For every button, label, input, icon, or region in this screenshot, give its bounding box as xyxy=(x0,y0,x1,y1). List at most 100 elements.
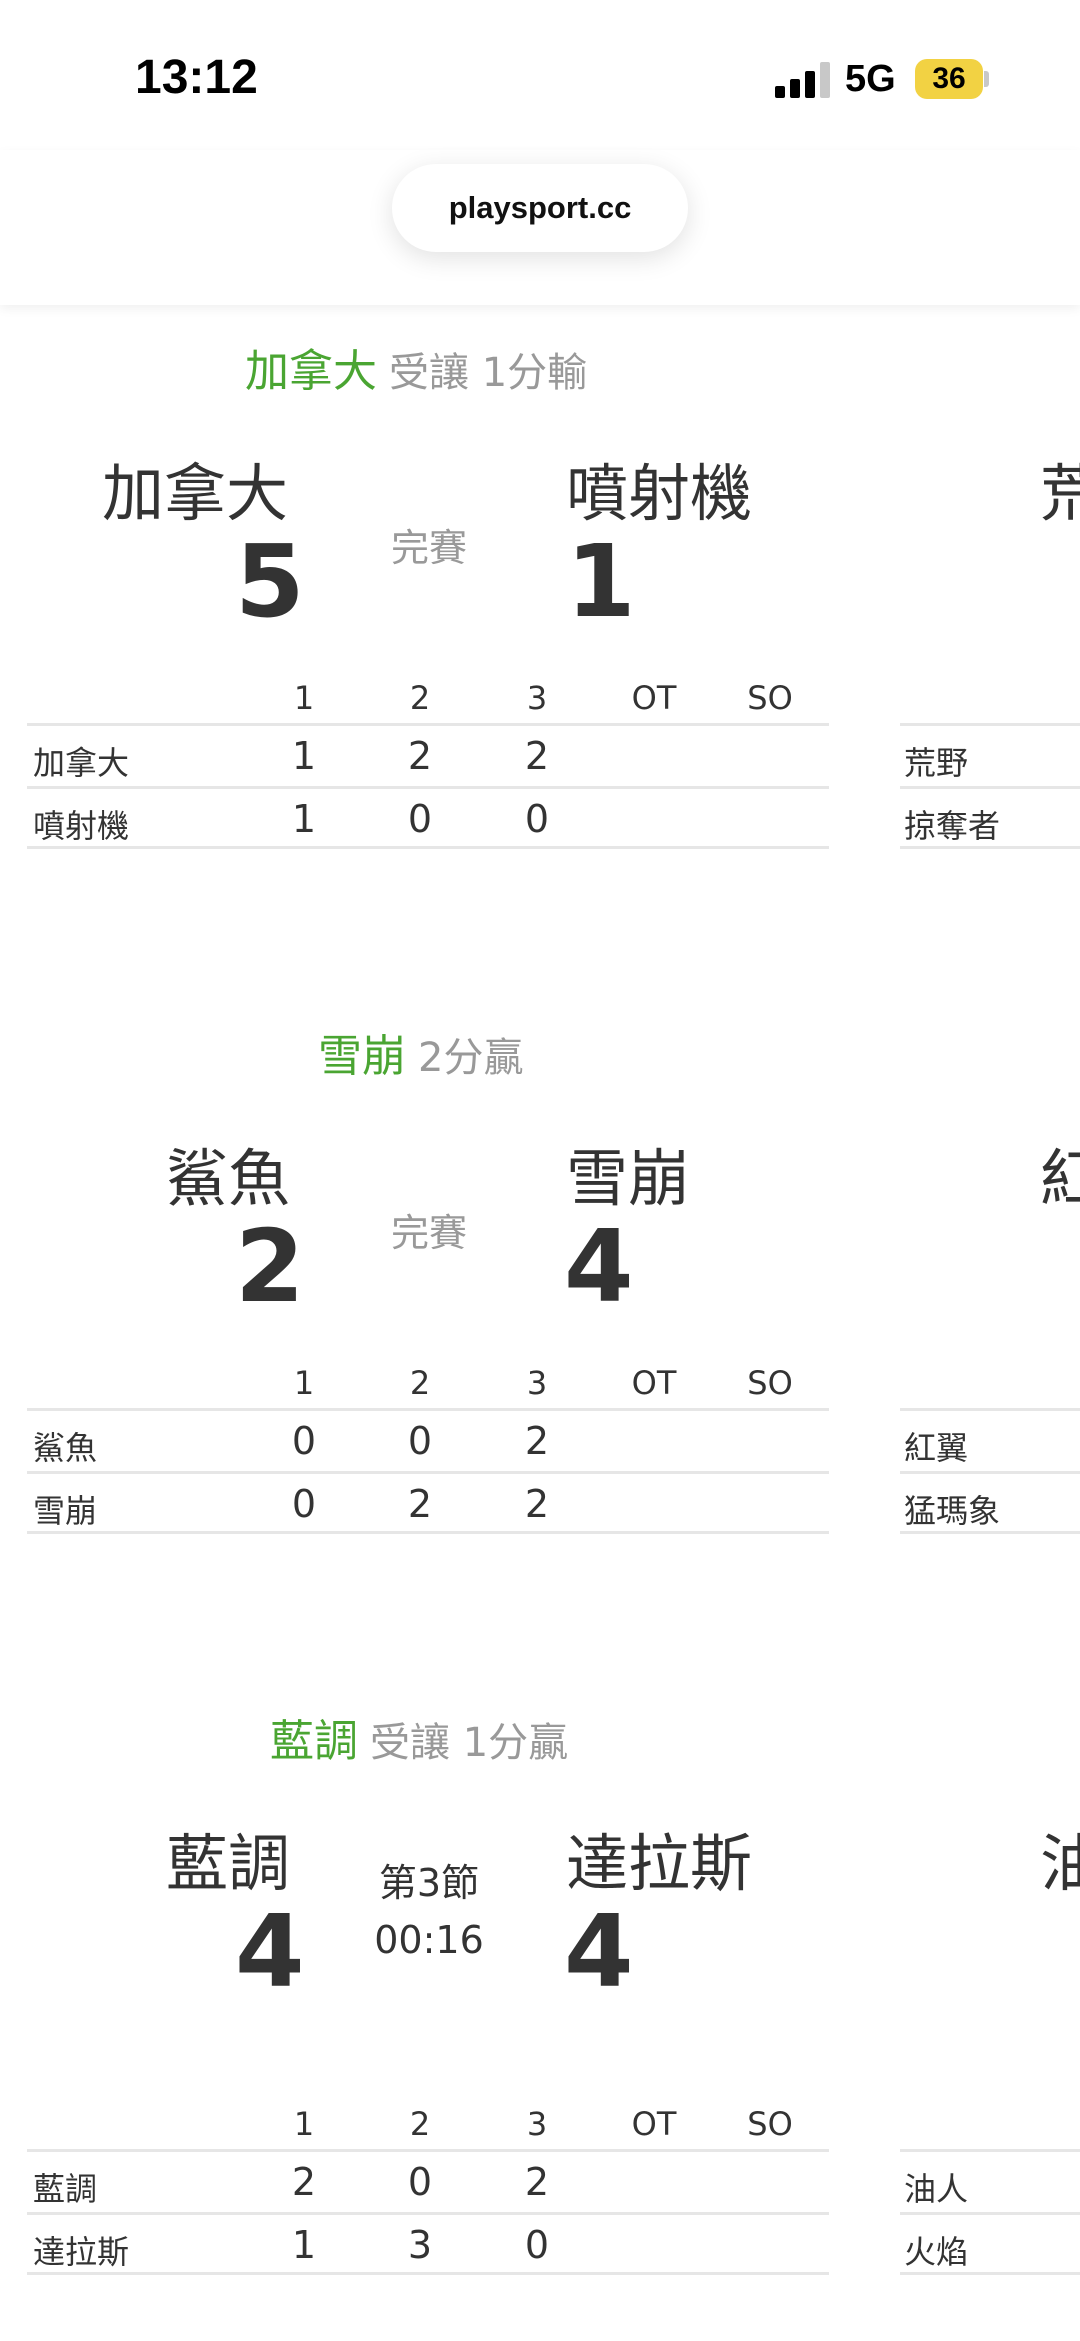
period-header-row: 1 2 3 OT SO xyxy=(27,679,829,723)
away-score: 4 xyxy=(564,1893,634,2010)
home-score: 2 xyxy=(235,1208,305,1325)
period-header: 1 xyxy=(293,1364,315,1402)
battery-icon: 36 xyxy=(915,59,983,99)
period-score: 3 xyxy=(407,2223,433,2267)
table-row: 猛瑪象 xyxy=(900,1471,1080,1534)
pick-result: 雪崩 2分贏 xyxy=(318,1020,524,1082)
row-team-name: 雪崩 xyxy=(33,1492,98,1530)
table-row: 紅翼 xyxy=(900,1408,1080,1471)
signal-strength-icon xyxy=(775,62,831,98)
period-header: OT xyxy=(631,679,677,717)
next-card-team-name: 荒 xyxy=(1040,457,1080,530)
table-row: 油人 xyxy=(900,2149,1080,2212)
period-score: 2 xyxy=(407,1482,433,1526)
period-header: OT xyxy=(631,1364,677,1402)
table-row: 噴射機 1 0 0 xyxy=(27,786,829,849)
table-row: 藍調 2 0 2 xyxy=(27,2149,829,2212)
period-score: 2 xyxy=(407,734,433,778)
home-team-name: 藍調 xyxy=(166,1827,291,1900)
row-team-name: 加拿大 xyxy=(33,744,130,782)
period-header: OT xyxy=(631,2105,677,2143)
next-card-table: 油人 火焰 xyxy=(900,2149,1080,2275)
period-score: 0 xyxy=(407,2160,433,2204)
period-table: 1 2 3 OT SO 鯊魚 0 0 2 雪崩 0 2 2 xyxy=(27,1364,829,1534)
table-row: 掠奪者 xyxy=(900,786,1080,849)
game-period: 第3節 xyxy=(378,1861,480,1905)
home-score: 5 xyxy=(235,523,305,640)
period-score: 0 xyxy=(407,1419,433,1463)
period-score: 2 xyxy=(524,1419,550,1463)
period-header-row: 1 2 3 OT SO xyxy=(27,1364,829,1408)
row-team-name: 火焰 xyxy=(904,2233,969,2271)
row-team-name: 掠奪者 xyxy=(904,807,1001,845)
period-score: 2 xyxy=(524,734,550,778)
home-score: 4 xyxy=(235,1893,305,2010)
table-row: 雪崩 0 2 2 xyxy=(27,1471,829,1534)
pick-note: 受讓 1分輸 xyxy=(389,350,588,396)
pick-team: 藍調 xyxy=(270,1716,358,1767)
battery-tip xyxy=(984,71,989,87)
away-score: 4 xyxy=(564,1208,634,1325)
row-team-name: 達拉斯 xyxy=(33,2233,130,2271)
row-team-name: 紅翼 xyxy=(904,1429,969,1467)
row-team-name: 藍調 xyxy=(33,2170,98,2208)
table-row: 鯊魚 0 0 2 xyxy=(27,1408,829,1471)
period-header: SO xyxy=(747,2105,793,2143)
period-header: 2 xyxy=(409,1364,431,1402)
period-header: 3 xyxy=(526,679,548,717)
period-header: 1 xyxy=(293,679,315,717)
next-card-table: 荒野 掠奪者 xyxy=(900,723,1080,849)
period-score: 1 xyxy=(291,797,317,841)
game-card: 雪崩 2分贏 鯊魚 雪崩 2 4 完賽 1 2 3 OT SO 鯊魚 0 0 2 xyxy=(0,1020,1080,1560)
period-score: 0 xyxy=(291,1419,317,1463)
row-team-name: 猛瑪象 xyxy=(904,1492,1001,1530)
url-bar[interactable]: playsport.cc xyxy=(392,164,688,252)
pick-note: 受讓 1分贏 xyxy=(370,1720,569,1766)
page: 13:12 5G 36 playsport.cc 加拿大 受讓 1分輸 加拿大 噴… xyxy=(0,0,1080,2341)
browser-header: playsport.cc xyxy=(0,150,1080,305)
pick-team: 雪崩 xyxy=(318,1031,406,1082)
next-card-team-name: 油 xyxy=(1040,1827,1080,1900)
next-card-table: 紅翼 猛瑪象 xyxy=(900,1408,1080,1534)
period-header: SO xyxy=(747,679,793,717)
period-score: 1 xyxy=(291,734,317,778)
row-team-name: 荒野 xyxy=(904,744,969,782)
game-card: 加拿大 受讓 1分輸 加拿大 噴射機 5 1 完賽 1 2 3 OT SO 加拿大… xyxy=(0,335,1080,875)
period-header: 3 xyxy=(526,1364,548,1402)
pick-team: 加拿大 xyxy=(245,346,377,397)
period-header: 1 xyxy=(293,2105,315,2143)
period-score: 0 xyxy=(524,2223,550,2267)
home-team-name: 加拿大 xyxy=(102,457,289,530)
row-team-name: 鯊魚 xyxy=(33,1429,98,1467)
period-table: 1 2 3 OT SO 藍調 2 0 2 達拉斯 1 3 0 xyxy=(27,2105,829,2275)
pick-note: 2分贏 xyxy=(418,1035,524,1081)
game-status: 完賽 xyxy=(390,1211,467,1255)
period-score: 2 xyxy=(291,2160,317,2204)
period-table: 1 2 3 OT SO 加拿大 1 2 2 噴射機 1 0 0 xyxy=(27,679,829,849)
table-row: 火焰 xyxy=(900,2212,1080,2275)
period-header-row: 1 2 3 OT SO xyxy=(27,2105,829,2149)
network-type: 5G xyxy=(845,58,896,100)
period-score: 2 xyxy=(524,2160,550,2204)
game-clock: 00:16 xyxy=(374,1918,484,1962)
period-score: 0 xyxy=(524,797,550,841)
row-team-name: 噴射機 xyxy=(33,807,130,845)
period-score: 0 xyxy=(407,797,433,841)
away-team-name: 噴射機 xyxy=(566,457,753,530)
period-header: 3 xyxy=(526,2105,548,2143)
period-header: SO xyxy=(747,1364,793,1402)
home-team-name: 鯊魚 xyxy=(166,1142,291,1215)
table-row: 達拉斯 1 3 0 xyxy=(27,2212,829,2275)
period-header: 2 xyxy=(409,679,431,717)
game-status: 第3節 00:16 xyxy=(350,1855,508,1969)
next-card-team-name: 紅 xyxy=(1040,1142,1080,1215)
pick-result: 加拿大 受讓 1分輸 xyxy=(245,335,588,397)
away-team-name: 雪崩 xyxy=(566,1142,691,1215)
away-score: 1 xyxy=(566,523,636,640)
row-team-name: 油人 xyxy=(904,2170,969,2208)
period-score: 2 xyxy=(524,1482,550,1526)
period-score: 0 xyxy=(291,1482,317,1526)
table-row: 荒野 xyxy=(900,723,1080,786)
period-header: 2 xyxy=(409,2105,431,2143)
status-bar: 13:12 5G 36 xyxy=(0,0,1080,150)
